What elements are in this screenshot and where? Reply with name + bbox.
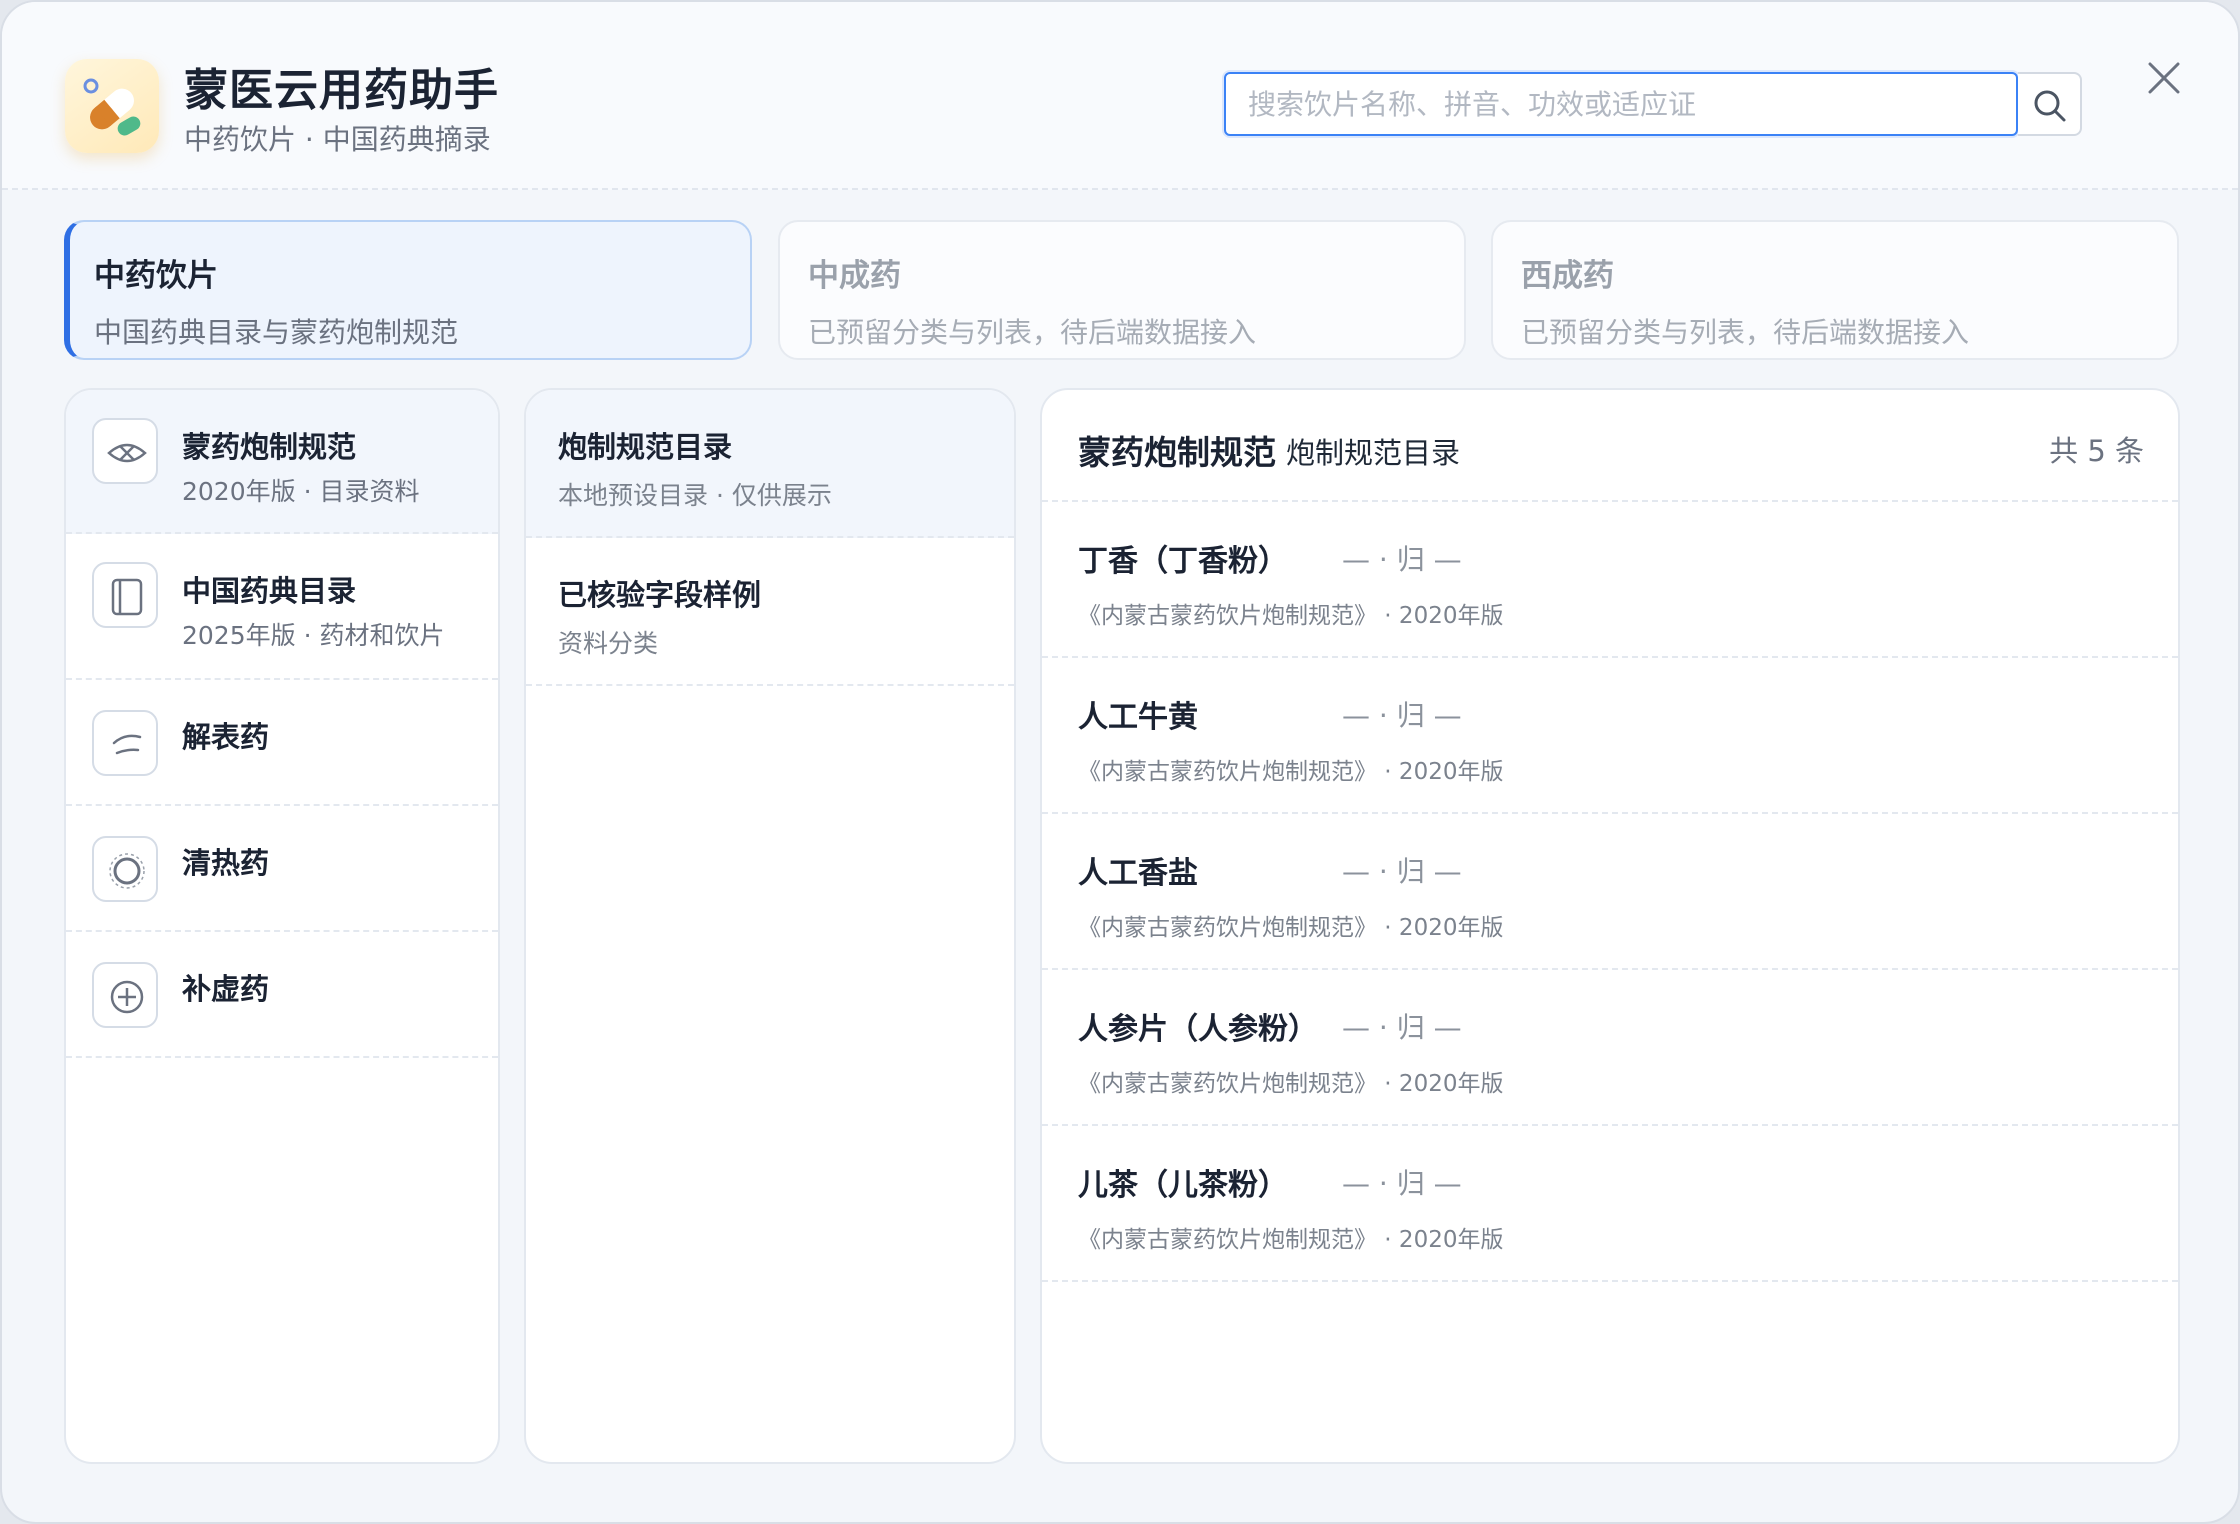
drug-name: 人工牛黄 <box>1078 700 1198 735</box>
tab-title: 中成药 <box>808 258 901 294</box>
nav-item-sub: 2020年版 · 目录资料 <box>182 477 420 506</box>
drug-list-panel: 蒙药炮制规范 炮制规范目录 共 5 条 丁香（丁香粉） — · 归 — 《内蒙古… <box>1040 388 2180 1464</box>
close-icon <box>2148 62 2180 94</box>
nav-item-title: 补虚药 <box>182 972 270 1006</box>
tab-title: 中药饮片 <box>94 258 218 294</box>
app-subtitle: 中药饮片 · 中国药典摘录 <box>184 123 491 156</box>
drug-attr: — · 归 — <box>1342 1167 1462 1200</box>
mid-item-title: 已核验字段样例 <box>558 578 762 612</box>
app-window: 蒙医云用药助手 中药饮片 · 中国药典摘录 中药饮片 中国药典目录与蒙药炮制规范… <box>0 0 2240 1524</box>
list-item[interactable]: 人工牛黄 — · 归 — 《内蒙古蒙药饮片炮制规范》 · 2020年版 <box>1042 658 2178 814</box>
nav-item-mongolian-processing[interactable]: 蒙药炮制规范 2020年版 · 目录资料 <box>66 390 498 534</box>
tab-western-medicine[interactable]: 西成药 已预留分类与列表，待后端数据接入 <box>1491 220 2179 360</box>
mid-item-sub: 本地预设目录 · 仅供展示 <box>558 481 832 510</box>
nav-item-sub: 2025年版 · 药材和饮片 <box>182 621 445 650</box>
list-header: 蒙药炮制规范 炮制规范目录 共 5 条 <box>1042 390 2178 502</box>
drug-source: 《内蒙古蒙药饮片炮制规范》 · 2020年版 <box>1078 915 1504 941</box>
left-nav-panel: 蒙药炮制规范 2020年版 · 目录资料 中国药典目录 2025年版 · 药材和… <box>64 388 500 1464</box>
list-count: 共 5 条 <box>2049 434 2144 468</box>
pill-capsule-icon <box>65 59 159 153</box>
nav-item-title: 清热药 <box>182 846 270 880</box>
nav-item-title: 解表药 <box>182 720 270 754</box>
search-input[interactable] <box>1224 72 2018 136</box>
wind-icon <box>92 710 158 776</box>
nav-item-title: 中国药典目录 <box>182 574 357 608</box>
drug-name: 人参片（人参粉） <box>1078 1012 1318 1047</box>
list-item[interactable]: 儿茶（儿茶粉） — · 归 — 《内蒙古蒙药饮片炮制规范》 · 2020年版 <box>1042 1126 2178 1282</box>
drug-name: 儿茶（儿茶粉） <box>1078 1168 1288 1203</box>
middle-nav-panel: 炮制规范目录 本地预设目录 · 仅供展示 已核验字段样例 资料分类 <box>524 388 1016 1464</box>
drug-source: 《内蒙古蒙药饮片炮制规范》 · 2020年版 <box>1078 1071 1504 1097</box>
tab-chinese-patent-medicine[interactable]: 中成药 已预留分类与列表，待后端数据接入 <box>778 220 1466 360</box>
search-icon <box>2034 90 2066 122</box>
eye-cross-icon <box>92 418 158 484</box>
drug-name: 丁香（丁香粉） <box>1078 544 1288 579</box>
mid-item-processing-catalog[interactable]: 炮制规范目录 本地预设目录 · 仅供展示 <box>526 390 1014 538</box>
tab-desc: 已预留分类与列表，待后端数据接入 <box>1521 316 1970 349</box>
nav-item-heat-clearing[interactable]: 清热药 <box>66 806 498 932</box>
mid-item-sub: 资料分类 <box>558 629 659 658</box>
list-item[interactable]: 人参片（人参粉） — · 归 — 《内蒙古蒙药饮片炮制规范》 · 2020年版 <box>1042 970 2178 1126</box>
nav-item-title: 蒙药炮制规范 <box>182 430 357 464</box>
mid-item-verified-samples[interactable]: 已核验字段样例 资料分类 <box>526 538 1014 686</box>
drug-name: 人工香盐 <box>1078 856 1198 891</box>
tab-title: 西成药 <box>1521 258 1614 294</box>
drug-attr: — · 归 — <box>1342 543 1462 576</box>
nav-item-pharmacopoeia[interactable]: 中国药典目录 2025年版 · 药材和饮片 <box>66 534 498 680</box>
nav-item-exterior-releasing[interactable]: 解表药 <box>66 680 498 806</box>
drug-source: 《内蒙古蒙药饮片炮制规范》 · 2020年版 <box>1078 759 1504 785</box>
plus-circle-icon <box>92 962 158 1028</box>
drug-attr: — · 归 — <box>1342 855 1462 888</box>
circle-icon <box>92 836 158 902</box>
nav-item-tonifying[interactable]: 补虚药 <box>66 932 498 1058</box>
app-title: 蒙医云用药助手 <box>184 65 499 116</box>
list-item[interactable]: 人工香盐 — · 归 — 《内蒙古蒙药饮片炮制规范》 · 2020年版 <box>1042 814 2178 970</box>
header: 蒙医云用药助手 中药饮片 · 中国药典摘录 <box>2 2 2238 190</box>
list-item[interactable]: 丁香（丁香粉） — · 归 — 《内蒙古蒙药饮片炮制规范》 · 2020年版 <box>1042 502 2178 658</box>
tab-herbal-pieces[interactable]: 中药饮片 中国药典目录与蒙药炮制规范 <box>64 220 752 360</box>
mid-item-title: 炮制规范目录 <box>558 430 733 464</box>
list-title: 蒙药炮制规范 <box>1078 433 1276 472</box>
drug-attr: — · 归 — <box>1342 699 1462 732</box>
close-button[interactable] <box>2140 54 2188 102</box>
search-button[interactable] <box>2018 72 2082 136</box>
list-subtitle: 炮制规范目录 <box>1286 436 1461 470</box>
tab-desc: 中国药典目录与蒙药炮制规范 <box>94 316 459 349</box>
drug-source: 《内蒙古蒙药饮片炮制规范》 · 2020年版 <box>1078 1227 1504 1253</box>
book-icon <box>92 562 158 628</box>
drug-attr: — · 归 — <box>1342 1011 1462 1044</box>
drug-source: 《内蒙古蒙药饮片炮制规范》 · 2020年版 <box>1078 603 1504 629</box>
tab-desc: 已预留分类与列表，待后端数据接入 <box>808 316 1257 349</box>
